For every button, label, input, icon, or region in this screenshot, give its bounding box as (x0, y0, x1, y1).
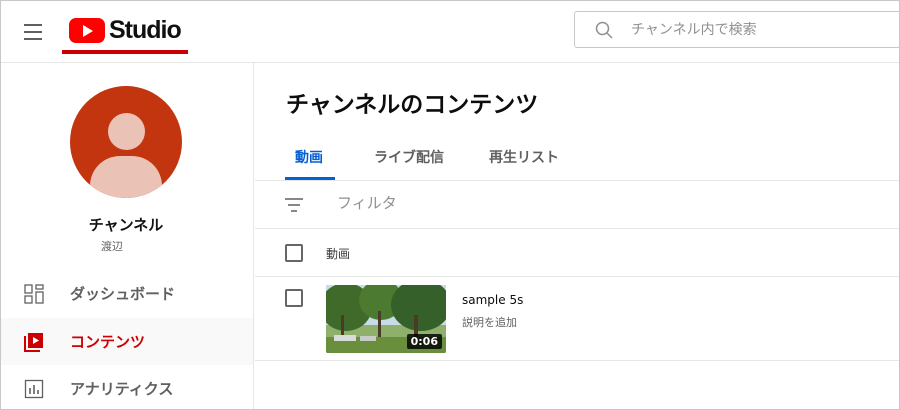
table-header: 動画 (255, 229, 899, 277)
filter-bar (255, 181, 899, 229)
channel-name: チャンネル (88, 216, 164, 234)
logo-focus-underline (62, 50, 188, 54)
top-header: Studio (1, 1, 899, 63)
sidebar-item-label: コンテンツ (70, 333, 146, 351)
sidebar-item-label: ダッシュボード (70, 285, 176, 303)
content-icon (24, 332, 44, 352)
hamburger-menu-icon[interactable] (19, 18, 47, 46)
sidebar-item-label: アナリティクス (70, 380, 174, 398)
youtube-studio-logo[interactable]: Studio (69, 15, 182, 45)
content-tabs: 動画 ライブ配信 再生リスト (255, 137, 899, 181)
sidebar-item-content[interactable]: コンテンツ (1, 318, 253, 365)
tab-live[interactable]: ライブ配信 (374, 147, 444, 181)
table-row[interactable]: 0:06 sample 5s 説明を追加 (255, 277, 899, 361)
select-all-checkbox[interactable] (285, 244, 303, 262)
channel-avatar[interactable] (70, 86, 182, 198)
column-header-video[interactable]: 動画 (326, 245, 350, 262)
page-title: チャンネルのコンテンツ (286, 92, 539, 118)
search-box[interactable] (574, 11, 899, 48)
channel-owner-name: 渡辺 (101, 240, 123, 253)
dashboard-icon (24, 283, 44, 304)
filter-icon[interactable] (284, 197, 304, 213)
sidebar-item-dashboard[interactable]: ダッシュボード (1, 270, 253, 317)
logo-text: Studio (109, 15, 182, 44)
search-icon (595, 21, 613, 39)
tab-videos[interactable]: 動画 (295, 147, 323, 181)
avatar-body-shape (90, 156, 162, 198)
tab-playlists[interactable]: 再生リスト (489, 147, 559, 181)
row-checkbox[interactable] (285, 289, 303, 307)
sidebar-item-analytics[interactable]: アナリティクス (1, 365, 253, 409)
video-title[interactable]: sample 5s (462, 293, 523, 307)
video-duration-badge: 0:06 (406, 334, 442, 349)
avatar-head-shape (108, 113, 145, 150)
youtube-play-icon (69, 17, 105, 43)
active-tab-indicator (285, 177, 335, 180)
sidebar: チャンネル 渡辺 ダッシュボード コンテンツ アナリティクス (1, 63, 254, 409)
main-content: チャンネルのコンテンツ 動画 ライブ配信 再生リスト 動画 (255, 63, 899, 409)
video-thumbnail[interactable]: 0:06 (326, 285, 446, 353)
analytics-icon (24, 379, 44, 399)
video-description[interactable]: 説明を追加 (462, 314, 517, 330)
studio-window: Studio チャンネル 渡辺 (0, 0, 900, 410)
filter-input[interactable] (337, 194, 637, 212)
search-input[interactable] (631, 21, 891, 38)
